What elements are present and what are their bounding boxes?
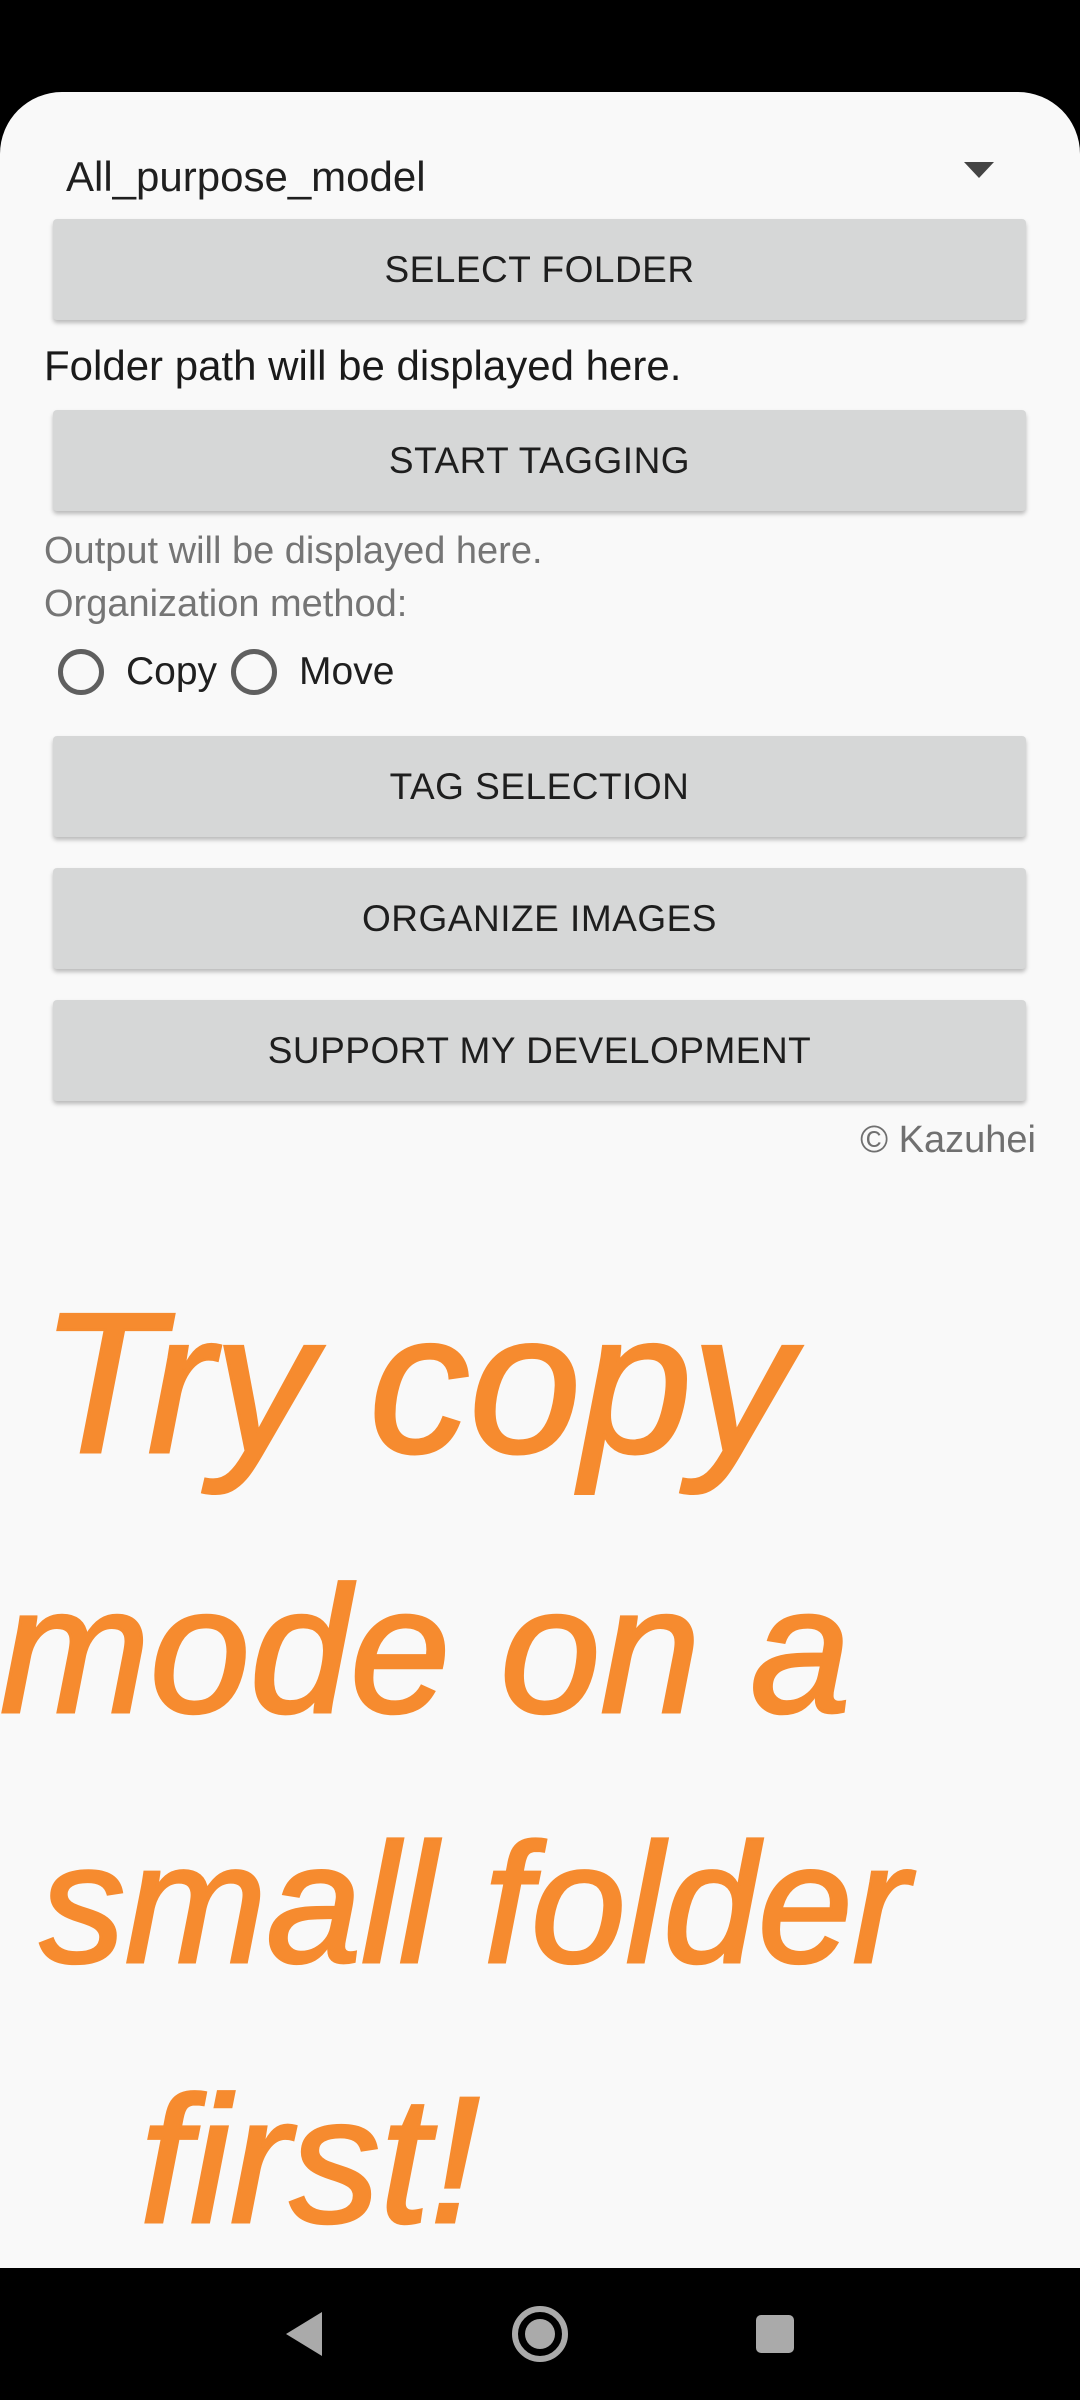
status-bar	[0, 0, 1080, 92]
radio-copy[interactable]: Copy	[58, 649, 217, 695]
handwritten-note: Try copy mode on a small folder first!	[0, 1271, 917, 2263]
dropdown-arrow-icon	[964, 162, 994, 178]
back-icon	[286, 2312, 322, 2356]
radio-circle-icon	[58, 649, 104, 695]
folder-path-text: Folder path will be displayed here.	[44, 342, 682, 389]
organize-images-button[interactable]: ORGANIZE IMAGES	[53, 868, 1026, 969]
note-line-1: Try copy	[40, 1272, 803, 1495]
radio-move[interactable]: Move	[231, 649, 394, 695]
organization-method-group: Copy Move	[58, 642, 408, 702]
handwritten-note-text: Try copy mode on a small folder first!	[0, 1271, 917, 2263]
home-icon	[512, 2306, 568, 2362]
tag-selection-button[interactable]: TAG SELECTION	[53, 736, 1026, 837]
output-text: Output will be displayed here.	[44, 530, 543, 572]
select-folder-button[interactable]: SELECT FOLDER	[53, 219, 1026, 320]
navigation-bar	[0, 2268, 1080, 2400]
nav-home-button[interactable]	[470, 2268, 610, 2400]
model-selector-value: All_purpose_model	[66, 153, 426, 200]
nav-recents-button[interactable]	[705, 2268, 845, 2400]
copyright-text: © Kazuhei	[860, 1119, 1036, 1161]
radio-circle-icon	[231, 649, 278, 695]
radio-copy-label: Copy	[126, 650, 218, 693]
support-development-button[interactable]: SUPPORT MY DEVELOPMENT	[53, 1000, 1026, 1101]
note-line-4: first!	[140, 2060, 480, 2261]
start-tagging-button[interactable]: START TAGGING	[53, 410, 1026, 511]
radio-move-label: Move	[299, 650, 395, 693]
note-line-2: mode on a	[0, 1550, 851, 1751]
model-selector[interactable]: All_purpose_model	[44, 132, 994, 222]
note-line-3: small folder	[40, 1809, 916, 1999]
app-sheet: All_purpose_model SELECT FOLDER Folder p…	[0, 92, 1080, 2268]
recents-icon	[756, 2315, 794, 2353]
nav-back-button[interactable]	[234, 2268, 374, 2400]
organization-method-label: Organization method:	[44, 583, 408, 625]
